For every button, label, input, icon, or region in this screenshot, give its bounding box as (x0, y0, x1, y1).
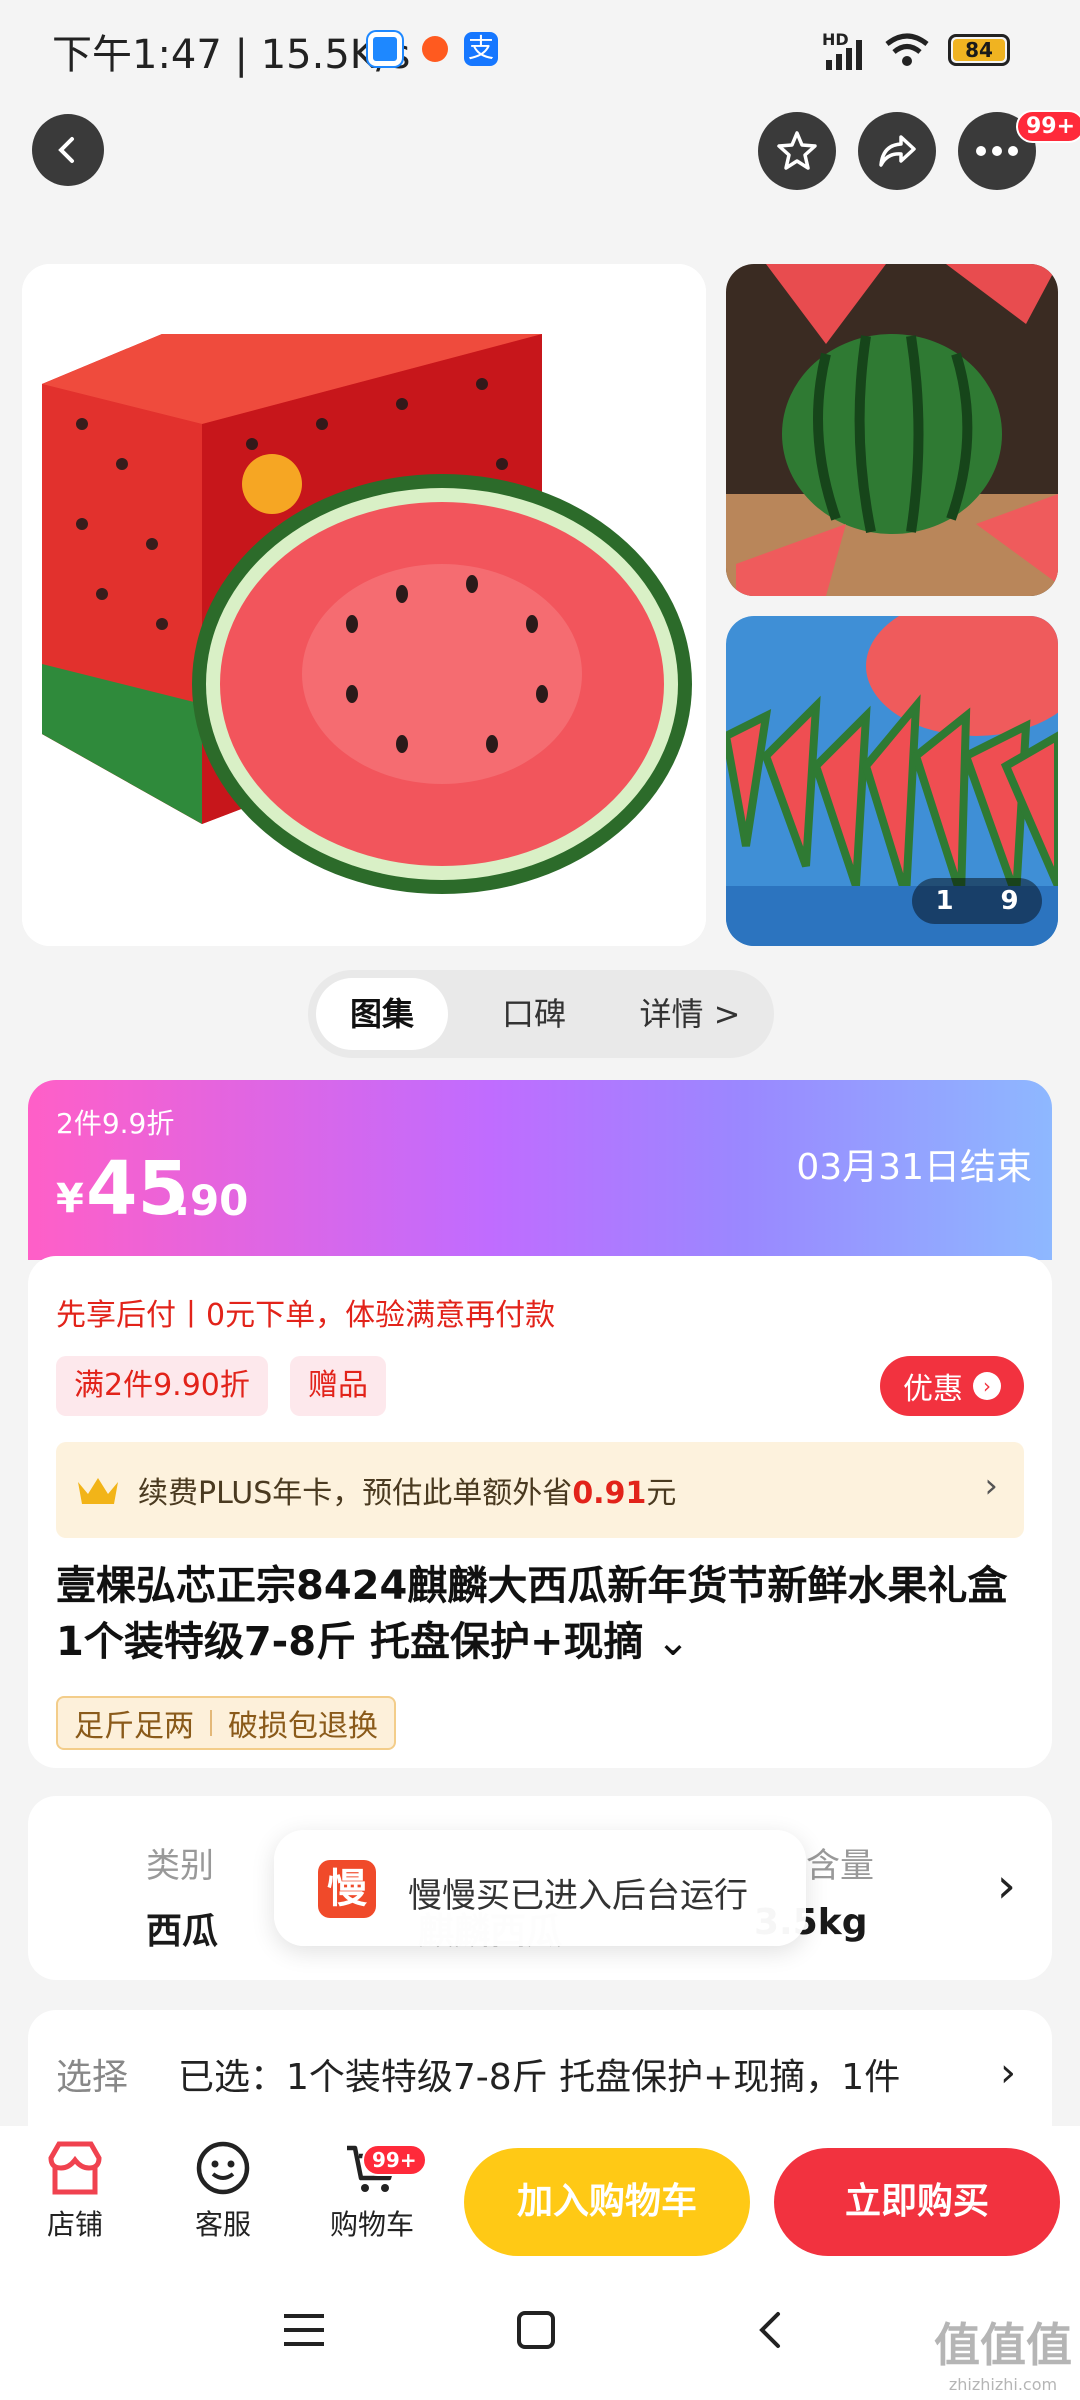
more-dots-icon (976, 146, 1018, 156)
watermelon-box-image (22, 264, 706, 946)
watermelon-whole-image (726, 264, 1058, 596)
coupon-button-label: 优惠 (903, 1372, 963, 1407)
selection-label: 选择 (56, 2057, 129, 2098)
store-icon (48, 2141, 102, 2195)
back-arrow-icon (58, 137, 74, 163)
system-navigation-bar (0, 2266, 1080, 2400)
chevron-right-icon: › (984, 1466, 998, 1506)
chevron-right-icon: › (973, 1372, 1001, 1400)
selection-row[interactable]: 选择 已选：1个装特级7-8斤 托盘保护+现摘，1件 › (28, 2010, 1052, 2140)
spec-label: 含量 (806, 1846, 874, 1886)
plus-text: 续费PLUS年卡，预估此单额外省0.91元 (138, 1468, 676, 1512)
discount-tag: 满2件9.90折 (56, 1356, 268, 1416)
weibo-icon (422, 36, 448, 62)
watermark-logo: 值值值 (934, 2318, 1072, 2372)
gallery-tabs: 图集 口碑 详情 > (308, 970, 774, 1058)
status-time: 下午1:47 | 15.5K/s (52, 32, 411, 78)
wifi-icon (885, 33, 929, 66)
bottom-action-bar: 店铺 客服 购物车 99+ 加入购物车 立即购买 (0, 2126, 1080, 2266)
back-button[interactable] (32, 114, 104, 186)
chevron-down-icon: ⌄ (643, 1619, 690, 1665)
watermark-site: zhizhizhi.com (948, 2375, 1058, 2394)
star-icon (777, 131, 817, 170)
plus-membership-banner[interactable]: 续费PLUS年卡，预估此单额外省0.91元 › (56, 1442, 1024, 1538)
battery-level: 84 (953, 39, 1005, 61)
manmanmai-app-icon: 慢 (318, 1860, 376, 1918)
chevron-right-icon: › (996, 1858, 1016, 1914)
main-product-image[interactable] (22, 264, 706, 946)
selection-value: 已选：1个装特级7-8斤 托盘保护+现摘，1件 (178, 2057, 901, 2098)
customer-service-button[interactable]: 客服 (180, 2140, 266, 2243)
price-currency: ¥ (56, 1176, 84, 1222)
image-counter-total: 9 (1000, 886, 1019, 916)
home-icon[interactable] (516, 2310, 556, 2350)
spec-value: 西瓜 (146, 1911, 219, 1952)
thumbnail-image-2[interactable]: 1 9 (726, 616, 1058, 946)
menu-icon[interactable] (282, 2310, 326, 2350)
cart-badge: 99+ (362, 2144, 427, 2176)
shop-label: 店铺 (46, 2208, 103, 2241)
promo-end-date: 03月31日结束 (796, 1147, 1032, 1188)
feature-tag: 破损包退换 (228, 1709, 378, 1744)
add-to-cart-button[interactable]: 加入购物车 (464, 2148, 750, 2256)
service-label: 客服 (194, 2208, 251, 2241)
watermark: 值值值 zhizhizhi.com (934, 2309, 1072, 2394)
price-banner: 2件9.9折 ¥ 45 .90 03月31日结束 (28, 1080, 1052, 1260)
chat-smile-icon (196, 2141, 250, 2195)
app-notification-icon (368, 32, 402, 66)
feature-tag: 足斤足两 (74, 1709, 194, 1744)
back-icon[interactable] (754, 2310, 784, 2350)
feature-tags: 足斤足两 破损包退换 (56, 1696, 396, 1750)
plus-text-main: 续费PLUS年卡，预估此单额外省 (138, 1476, 573, 1511)
background-toast: 慢 慢慢买已进入后台运行 (274, 1830, 806, 1946)
cart-label: 购物车 (329, 2208, 414, 2241)
thumbnail-image-1[interactable] (726, 264, 1058, 596)
tab-reviews[interactable]: 口碑 (468, 978, 600, 1050)
toast-text: 慢慢买已进入后台运行 (408, 1876, 748, 1916)
promo-label: 2件9.9折 (56, 1107, 175, 1140)
battery-icon: 84 (948, 34, 1010, 66)
gift-tag: 赠品 (290, 1356, 386, 1416)
product-title[interactable]: 壹棵弘芯正宗8424麒麟大西瓜新年货节新鲜水果礼盒 1个装特级7-8斤 托盘保护… (56, 1558, 1016, 1670)
product-info-card: 先享后付丨0元下单，体验满意再付款 满2件9.90折 赠品 优惠 › 续费PLU… (28, 1256, 1052, 1768)
coupon-button[interactable]: 优惠 › (880, 1356, 1024, 1416)
more-badge: 99+ (1016, 110, 1080, 143)
buy-now-button[interactable]: 立即购买 (774, 2148, 1060, 2256)
feature-divider (210, 1710, 212, 1736)
shop-button[interactable]: 店铺 (32, 2140, 118, 2243)
pay-later-text[interactable]: 先享后付丨0元下单，体验满意再付款 (56, 1290, 555, 1334)
plus-saving-amount: 0.91 (572, 1476, 647, 1511)
share-icon (879, 135, 916, 167)
signal-icon (826, 40, 862, 70)
product-title-text: 壹棵弘芯正宗8424麒麟大西瓜新年货节新鲜水果礼盒 1个装特级7-8斤 托盘保护… (56, 1563, 1008, 1665)
image-counter: 1 9 (912, 878, 1042, 924)
tab-details[interactable]: 详情 > (620, 978, 760, 1050)
tab-gallery[interactable]: 图集 (316, 978, 448, 1050)
alipay-icon: 支 (464, 32, 498, 66)
share-button[interactable] (858, 112, 936, 190)
favorite-button[interactable] (758, 112, 836, 190)
status-bar: 下午1:47 | 15.5K/s 支 HD 84 (0, 0, 1080, 100)
chevron-right-icon: › (1000, 2050, 1016, 2096)
crown-icon (78, 1478, 118, 1504)
spec-label: 类别 (146, 1846, 214, 1886)
price-decimal: .90 (174, 1176, 249, 1225)
plus-text-unit: 元 (646, 1476, 677, 1511)
image-counter-current: 1 (935, 886, 954, 916)
